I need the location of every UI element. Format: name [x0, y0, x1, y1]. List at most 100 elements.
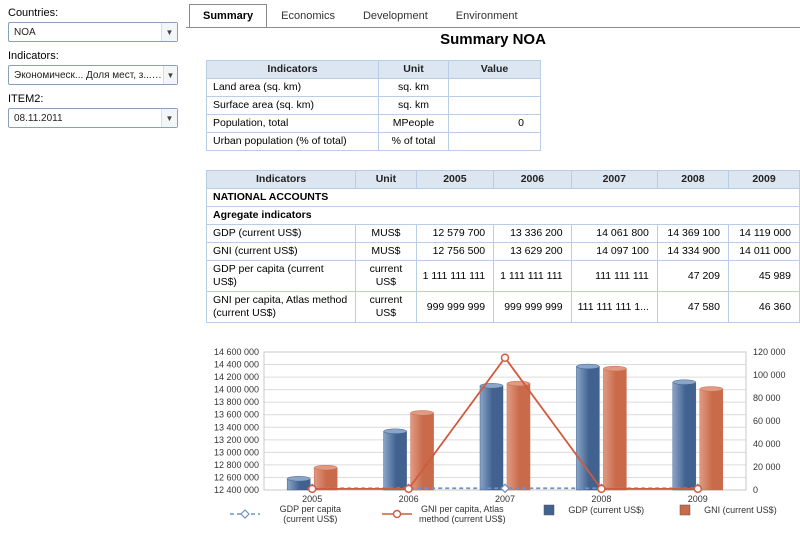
unit-cell: sq. km: [379, 97, 449, 115]
unit-cell: % of total: [379, 133, 449, 151]
right-axis-tick-label: 80 000: [753, 393, 781, 403]
tab-development[interactable]: Development: [349, 4, 442, 27]
left-axis-tick-label: 12 800 000: [214, 460, 259, 470]
value-table-header-row: IndicatorsUnitValue: [207, 61, 541, 79]
legend-gdp-per-capita: GDP per capita (current US$): [230, 504, 356, 524]
legend-gdp-marker: [534, 504, 564, 516]
sidebar: Countries: NOA ▼ Indicators: Экономическ…: [0, 0, 186, 535]
chart-plot: 12 400 00012 600 00012 800 00013 000 000…: [206, 344, 800, 507]
column-header: 2005: [416, 171, 493, 189]
legend-gdp-per-capita-marker: [230, 508, 260, 520]
item2-dropdown[interactable]: 08.11.2011 ▼: [8, 108, 178, 128]
unit-cell: current US$: [356, 261, 416, 292]
year-value-cell: 14 369 100: [657, 225, 728, 243]
value-table: IndicatorsUnitValueLand area (sq. km)sq.…: [206, 60, 541, 151]
circle-marker-icon: [405, 485, 412, 492]
year-value-cell: 45 989: [728, 261, 799, 292]
right-axis-tick-label: 20 000: [753, 462, 781, 472]
chevron-down-icon: ▼: [161, 109, 177, 127]
tab-summary[interactable]: Summary: [189, 4, 267, 27]
value-cell: [449, 133, 541, 151]
chart-bar: [480, 386, 503, 490]
chart-bar: [603, 369, 626, 490]
years-table-header-row: IndicatorsUnit20052006200720082009: [207, 171, 800, 189]
chart-bar-top: [603, 366, 626, 371]
unit-cell: current US$: [356, 292, 416, 323]
right-axis-tick-label: 120 000: [753, 347, 786, 357]
left-axis-tick-label: 14 400 000: [214, 360, 259, 370]
indicator-cell: Surface area (sq. km): [207, 97, 379, 115]
column-header: 2009: [728, 171, 799, 189]
countries-value: NOA: [14, 27, 36, 38]
legend-gni-marker: [670, 504, 700, 516]
chart-bar-top: [507, 381, 530, 386]
chart-bar-top: [287, 476, 310, 481]
column-header: Indicators: [207, 61, 379, 79]
chart-bar-top: [700, 387, 723, 392]
indicator-cell: GDP (current US$): [207, 225, 356, 243]
legend-label: GNI (current US$): [704, 505, 777, 515]
left-axis-tick-label: 14 000 000: [214, 385, 259, 395]
indicators-value: Экономическ... Доля мест, з... (1374): [14, 70, 163, 81]
left-axis-tick-label: 14 200 000: [214, 372, 259, 382]
chart-bar: [700, 389, 723, 490]
indicators-dropdown[interactable]: Экономическ... Доля мест, з... (1374) ▼: [8, 65, 178, 85]
year-value-cell: 12 579 700: [416, 225, 493, 243]
section-label: Agregate indicators: [207, 207, 800, 225]
column-header: 2008: [657, 171, 728, 189]
item2-label: ITEM2:: [8, 93, 178, 105]
table-row: NATIONAL ACCOUNTS: [207, 189, 800, 207]
indicator-cell: GNI per capita, Atlas method (current US…: [207, 292, 356, 323]
chevron-down-icon: ▼: [161, 23, 177, 41]
legend-label: GDP (current US$): [568, 505, 644, 515]
x-axis-tick-label: 2007: [495, 494, 515, 504]
indicator-cell: GNI (current US$): [207, 243, 356, 261]
main-panel: SummaryEconomicsDevelopmentEnvironment S…: [186, 0, 800, 535]
left-axis-tick-label: 14 600 000: [214, 347, 259, 357]
unit-cell: sq. km: [379, 79, 449, 97]
left-axis-tick-label: 12 400 000: [214, 485, 259, 495]
tab-economics[interactable]: Economics: [267, 4, 349, 27]
item2-value: 08.11.2011: [14, 113, 63, 124]
right-axis-tick-label: 0: [753, 485, 758, 495]
countries-dropdown[interactable]: NOA ▼: [8, 22, 178, 42]
right-axis-tick-label: 100 000: [753, 370, 786, 380]
column-header: Indicators: [207, 171, 356, 189]
legend-label: GNI per capita, Atlas method (current US…: [416, 504, 508, 524]
chart-bar-top: [314, 465, 337, 470]
year-value-cell: 111 111 111: [571, 261, 657, 292]
circle-marker-icon: [598, 485, 605, 492]
legend-gni-per-capita-marker: [382, 508, 412, 520]
left-axis-tick-label: 13 600 000: [214, 410, 259, 420]
year-value-cell: 1 111 111 111: [494, 261, 571, 292]
year-value-cell: 999 999 999: [416, 292, 493, 323]
chart-legend: GDP per capita (current US$) GNI per capi…: [206, 504, 800, 524]
unit-cell: MPeople: [379, 115, 449, 133]
table-row: Population, totalMPeople0: [207, 115, 541, 133]
legend-label: GDP per capita (current US$): [264, 504, 356, 524]
year-value-cell: 14 097 100: [571, 243, 657, 261]
chevron-down-icon: ▼: [163, 66, 177, 84]
chart-bar-top: [576, 364, 599, 369]
tab-environment[interactable]: Environment: [442, 4, 532, 27]
chart-bar: [411, 413, 434, 490]
column-header: 2006: [494, 171, 571, 189]
table-row: Agregate indicators: [207, 207, 800, 225]
column-header: Unit: [356, 171, 416, 189]
value-cell: [449, 97, 541, 115]
x-axis-tick-label: 2005: [302, 494, 322, 504]
x-axis-tick-label: 2008: [591, 494, 611, 504]
value-cell: 0: [449, 115, 541, 133]
unit-cell: MUS$: [356, 243, 416, 261]
indicator-cell: GDP per capita (current US$): [207, 261, 356, 292]
indicator-cell: Urban population (% of total): [207, 133, 379, 151]
left-axis-tick-label: 13 800 000: [214, 397, 259, 407]
chart-bar: [314, 468, 337, 490]
chart-bar-top: [673, 380, 696, 385]
chart-bar: [507, 384, 530, 490]
indicator-cell: Land area (sq. km): [207, 79, 379, 97]
table-row: Surface area (sq. km)sq. km: [207, 97, 541, 115]
tab-strip: SummaryEconomicsDevelopmentEnvironment: [186, 3, 800, 28]
page-title: Summary NOA: [186, 31, 800, 48]
year-value-cell: 13 629 200: [494, 243, 571, 261]
